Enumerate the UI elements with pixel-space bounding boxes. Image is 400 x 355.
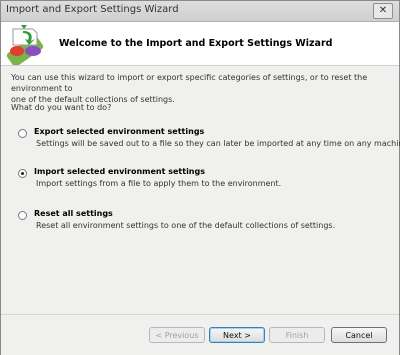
- option-description: Reset all environment settings to one of…: [36, 221, 336, 230]
- wizard-header: Welcome to the Import and Export Setting…: [1, 22, 399, 66]
- option-label[interactable]: Reset all settings: [34, 209, 113, 218]
- wizard-content: You can use this wizard to import or exp…: [1, 66, 400, 314]
- import-radio[interactable]: [18, 169, 27, 178]
- reset-radio[interactable]: [18, 211, 27, 220]
- cancel-button[interactable]: Cancel: [331, 327, 387, 343]
- finish-button[interactable]: Finish: [269, 327, 325, 343]
- page-title: Welcome to the Import and Export Setting…: [59, 38, 333, 49]
- previous-button[interactable]: < Previous: [149, 327, 205, 343]
- export-radio[interactable]: [18, 129, 27, 138]
- next-button[interactable]: Next >: [209, 327, 265, 343]
- question-label: What do you want to do?: [11, 103, 112, 112]
- intro-text: You can use this wizard to import or exp…: [11, 72, 391, 105]
- intro-line: You can use this wizard to import or exp…: [11, 73, 368, 93]
- close-button[interactable]: ✕: [373, 3, 393, 19]
- option-description: Settings will be saved out to a file so …: [36, 139, 400, 148]
- option-label[interactable]: Import selected environment settings: [34, 167, 205, 176]
- window-title: Import and Export Settings Wizard: [6, 4, 179, 15]
- title-bar: Import and Export Settings Wizard ✕: [1, 1, 399, 22]
- settings-wizard-logo-icon: [6, 25, 44, 65]
- option-description: Import settings from a file to apply the…: [36, 179, 282, 188]
- option-label[interactable]: Export selected environment settings: [34, 127, 204, 136]
- wizard-footer: < Previous Next > Finish Cancel: [1, 314, 399, 355]
- wizard-window: Import and Export Settings Wizard ✕ Welc…: [0, 0, 400, 355]
